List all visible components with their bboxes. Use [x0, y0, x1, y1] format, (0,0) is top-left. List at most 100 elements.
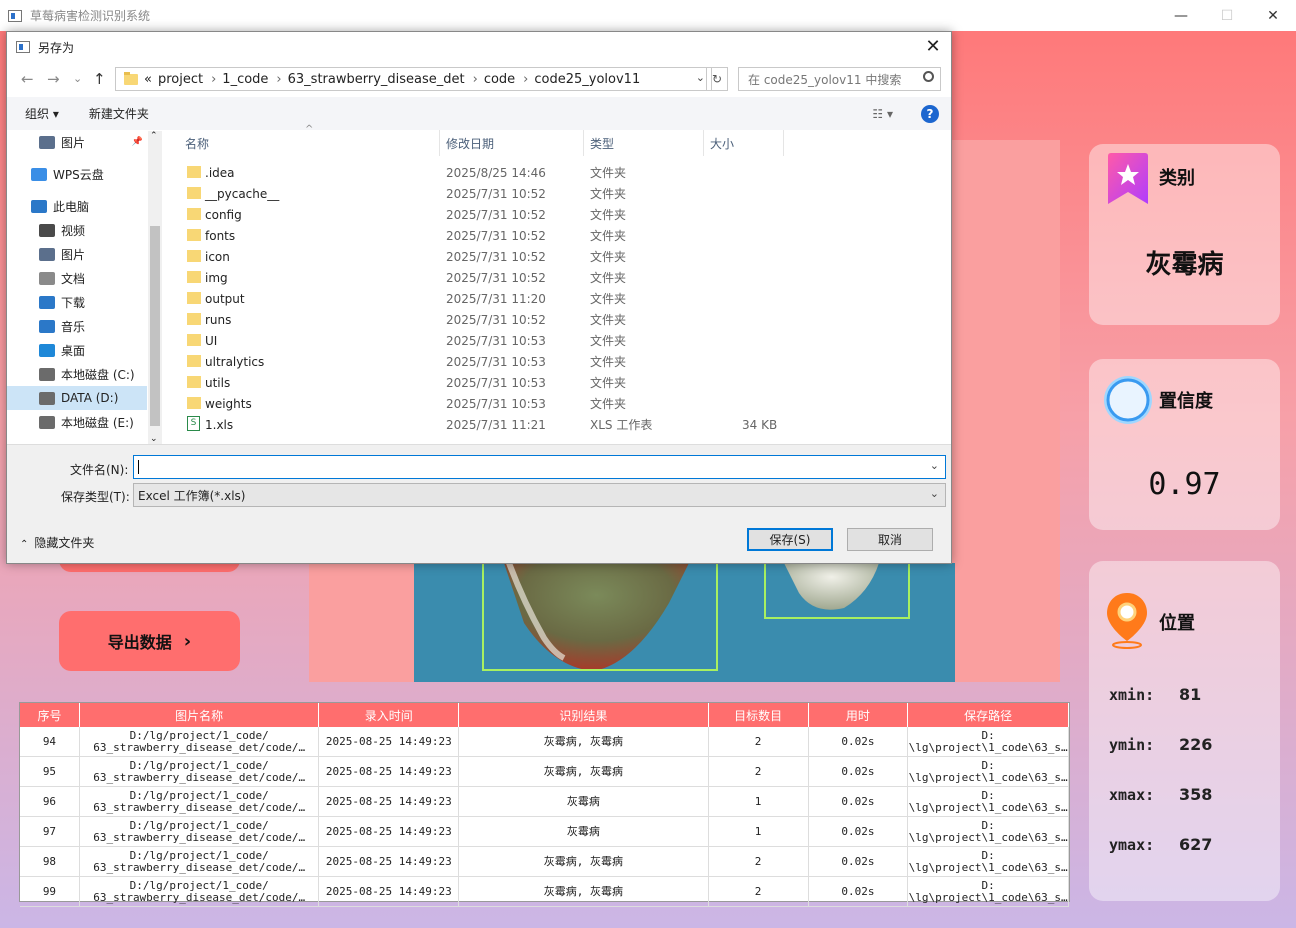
hide-folders-toggle[interactable]: ⌃ 隐藏文件夹 — [20, 534, 94, 551]
file-row[interactable]: ultralytics 2025/7/31 10:53 文件夹 — [165, 351, 951, 372]
sidebar-item[interactable]: 文档 — [7, 266, 147, 290]
sidebar-item[interactable]: 本地磁盘 (E:) — [7, 410, 147, 434]
minimize-button[interactable]: — — [1158, 0, 1204, 31]
export-data-button[interactable]: 导出数据 › — [59, 611, 240, 671]
new-folder-button[interactable]: 新建文件夹 — [89, 105, 149, 122]
filename-input[interactable]: ⌄ — [133, 455, 946, 479]
table-cell: 94 — [20, 727, 80, 756]
column-name[interactable]: 名称 — [185, 130, 209, 156]
dialog-toolbar: 组织 ▾ 新建文件夹 ☷ ▾ ? — [7, 97, 951, 130]
sidebar-item-label: 本地磁盘 (C:) — [61, 367, 135, 382]
sidebar-item[interactable]: DATA (D:) — [7, 386, 147, 410]
breadcrumb-item[interactable]: 63_strawberry_disease_det — [288, 72, 465, 87]
table-cell: D:/lg/project/1_code/ 63_strawberry_dise… — [80, 727, 320, 756]
column-date[interactable]: 修改日期 — [446, 130, 494, 156]
file-row[interactable]: utils 2025/7/31 10:53 文件夹 — [165, 372, 951, 393]
chevron-right-icon[interactable]: › — [523, 72, 528, 87]
column-divider[interactable] — [783, 130, 784, 156]
sidebar-item-label: 视频 — [61, 223, 86, 238]
file-row[interactable]: config 2025/7/31 10:52 文件夹 — [165, 204, 951, 225]
column-header[interactable]: 序号 — [20, 703, 80, 727]
file-row[interactable]: S 1.xls 2025/7/31 11:21 XLS 工作表 34 KB — [165, 414, 951, 435]
column-header[interactable]: 目标数目 — [709, 703, 809, 727]
breadcrumb-item[interactable]: code25_yolov11 — [534, 72, 640, 87]
file-row[interactable]: runs 2025/7/31 10:52 文件夹 — [165, 309, 951, 330]
file-row[interactable]: .idea 2025/8/25 14:46 文件夹 — [165, 162, 951, 183]
folder-icon — [187, 397, 201, 409]
sidebar-item[interactable]: 此电脑 — [7, 194, 147, 218]
sidebar-item-label: 图片 — [61, 247, 86, 262]
sidebar-item[interactable]: 桌面 — [7, 338, 147, 362]
table-row[interactable]: 95 D:/lg/project/1_code/ 63_strawberry_di… — [20, 757, 1069, 787]
file-row[interactable]: fonts 2025/7/31 10:52 文件夹 — [165, 225, 951, 246]
chevron-right-icon[interactable]: › — [473, 72, 478, 87]
search-icon — [923, 71, 934, 82]
file-row[interactable]: UI 2025/7/31 10:53 文件夹 — [165, 330, 951, 351]
sidebar-item[interactable]: 图片 📌 — [7, 130, 147, 154]
search-input[interactable]: 在 code25_yolov11 中搜索 — [738, 67, 941, 91]
pin-icon[interactable]: 📌 — [132, 137, 143, 147]
breadcrumb-overflow[interactable]: « — [144, 72, 152, 87]
back-arrow-icon[interactable]: ← — [21, 70, 34, 88]
cancel-button[interactable]: 取消 — [847, 528, 933, 551]
column-divider[interactable] — [439, 130, 440, 156]
chevron-down-icon[interactable]: ⌄ — [930, 459, 939, 472]
scroll-up-icon[interactable]: ⌃ — [150, 131, 158, 141]
breadcrumb-item[interactable]: project — [158, 72, 203, 87]
file-row[interactable]: __pycache__ 2025/7/31 10:52 文件夹 — [165, 183, 951, 204]
organize-button[interactable]: 组织 ▾ — [25, 105, 59, 122]
column-header[interactable]: 图片名称 — [80, 703, 320, 727]
folder-icon — [187, 271, 201, 283]
column-header[interactable]: 识别结果 — [459, 703, 709, 727]
table-row[interactable]: 97 D:/lg/project/1_code/ 63_strawberry_di… — [20, 817, 1069, 847]
table-cell: 2 — [709, 847, 809, 876]
recent-locations-icon[interactable]: ⌄ — [73, 72, 82, 85]
sidebar-item[interactable]: 下载 — [7, 290, 147, 314]
table-row[interactable]: 96 D:/lg/project/1_code/ 63_strawberry_di… — [20, 787, 1069, 817]
help-icon[interactable]: ? — [921, 105, 939, 123]
chevron-down-icon[interactable]: ⌄ — [930, 487, 939, 500]
table-row[interactable]: 94 D:/lg/project/1_code/ 63_strawberry_di… — [20, 727, 1069, 757]
sidebar-item[interactable]: 音乐 — [7, 314, 147, 338]
table-cell: D:/lg/project/1_code/ 63_strawberry_dise… — [80, 877, 320, 906]
sidebar-item-label: 下载 — [61, 295, 86, 310]
column-divider[interactable] — [703, 130, 704, 156]
column-size[interactable]: 大小 — [710, 130, 734, 156]
file-row[interactable]: img 2025/7/31 10:52 文件夹 — [165, 267, 951, 288]
sidebar-item[interactable]: WPS云盘 — [7, 162, 147, 186]
dialog-close-button[interactable]: ✕ — [921, 36, 945, 58]
table-cell: 97 — [20, 817, 80, 846]
column-header[interactable]: 录入时间 — [319, 703, 460, 727]
file-date: 2025/7/31 11:21 — [446, 417, 546, 432]
save-button[interactable]: 保存(S) — [747, 528, 833, 551]
sidebar-item[interactable]: 图片 — [7, 242, 147, 266]
nav-scrollbar[interactable]: ⌃ ⌄ — [148, 131, 162, 444]
scroll-down-icon[interactable]: ⌄ — [150, 434, 158, 444]
file-row[interactable]: icon 2025/7/31 10:52 文件夹 — [165, 246, 951, 267]
column-type[interactable]: 类型 — [590, 130, 614, 156]
sidebar-item[interactable]: 本地磁盘 (C:) — [7, 362, 147, 386]
filetype-select[interactable]: Excel 工作簿(*.xls) ⌄ — [133, 483, 946, 507]
column-header[interactable]: 保存路径 — [908, 703, 1069, 727]
breadcrumb-item[interactable]: code — [484, 72, 515, 87]
filetype-label: 保存类型(T): — [61, 490, 130, 504]
refresh-button[interactable]: ↻ — [706, 67, 728, 91]
table-row[interactable]: 99 D:/lg/project/1_code/ 63_strawberry_di… — [20, 877, 1069, 907]
file-row[interactable]: weights 2025/7/31 10:53 文件夹 — [165, 393, 951, 414]
file-type: 文件夹 — [590, 208, 627, 222]
chevron-down-icon[interactable]: ⌄ — [696, 71, 705, 84]
table-row[interactable]: 98 D:/lg/project/1_code/ 63_strawberry_di… — [20, 847, 1069, 877]
column-divider[interactable] — [583, 130, 584, 156]
chevron-right-icon[interactable]: › — [276, 72, 281, 87]
chevron-right-icon[interactable]: › — [211, 72, 216, 87]
scroll-thumb[interactable] — [150, 226, 160, 426]
up-arrow-icon[interactable]: ↑ — [93, 70, 106, 88]
sidebar-item[interactable]: 视频 — [7, 218, 147, 242]
column-header[interactable]: 用时 — [809, 703, 909, 727]
breadcrumb-item[interactable]: 1_code — [222, 72, 268, 87]
forward-arrow-icon[interactable]: → — [47, 70, 60, 88]
close-button[interactable]: ✕ — [1250, 0, 1296, 31]
file-row[interactable]: output 2025/7/31 11:20 文件夹 — [165, 288, 951, 309]
view-options-icon[interactable]: ☷ ▾ — [872, 107, 893, 121]
address-bar[interactable]: « project › 1_code › 63_strawberry_disea… — [115, 67, 712, 91]
